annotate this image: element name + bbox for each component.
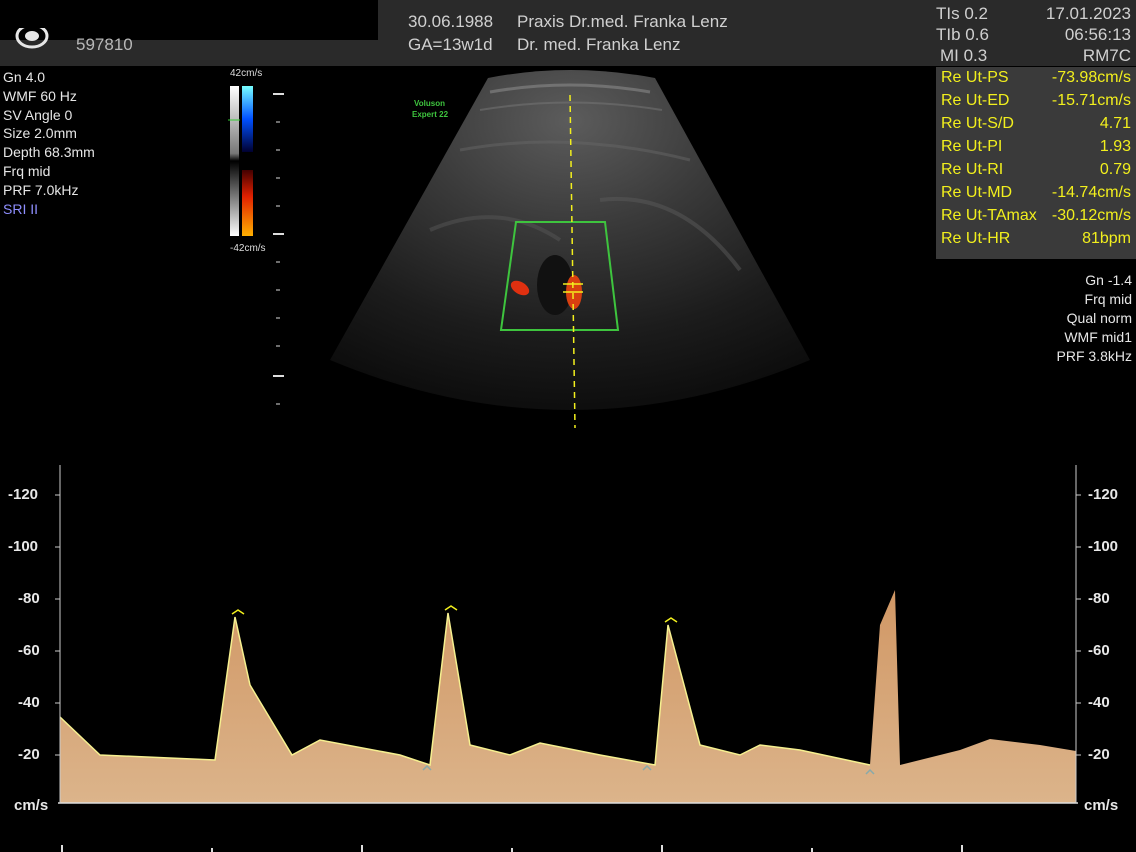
measurement-value: -14.74cm/s [1051, 184, 1131, 201]
axis-unit-left: cm/s [14, 797, 49, 814]
param-pw-wmf: WMF mid1 [1064, 329, 1132, 345]
model-label: Expert 22 [412, 110, 449, 119]
measurement-row: Re Ut-MD -14.74cm/s [941, 184, 1131, 202]
right-params: Gn -1.4 Frq mid Qual norm WMF mid1 PRF 3… [1057, 271, 1132, 366]
time-ticks [61, 845, 963, 852]
measurement-value: -73.98cm/s [1051, 69, 1131, 86]
spectral-doppler [55, 465, 1081, 852]
axis-tick-left: -60 [18, 642, 40, 659]
measurement-row: Re Ut-PI 1.93 [941, 138, 1131, 156]
measurement-value: 0.79 [1099, 161, 1131, 178]
measurement-label: Re Ut-MD [941, 184, 1013, 201]
axis-tick-right: -20 [1088, 746, 1110, 763]
axis-tick-right: -60 [1088, 642, 1110, 659]
velocity-axis-right [1075, 465, 1081, 803]
axis-unit-right: cm/s [1084, 797, 1119, 814]
measurement-value: -15.71cm/s [1051, 92, 1131, 109]
param-pw-frq: Frq mid [1084, 291, 1132, 307]
measurement-row: Re Ut-RI 0.79 [941, 161, 1131, 179]
axis-tick-right: -40 [1088, 694, 1110, 711]
axis-tick-left: -100 [8, 538, 39, 555]
param-pw-qual: Qual norm [1066, 310, 1132, 326]
measurement-label: Re Ut-HR [941, 230, 1011, 247]
measurement-label: Re Ut-PI [941, 138, 1003, 155]
measurement-label: Re Ut-ED [941, 92, 1010, 109]
measurement-value: -30.12cm/s [1051, 207, 1131, 224]
measurement-row: Re Ut-PS -73.98cm/s [941, 69, 1131, 87]
axis-tick-left: -40 [18, 694, 40, 711]
spectral-fill [60, 590, 1076, 803]
brand-label: Voluson [414, 99, 445, 108]
depth-scale [273, 93, 284, 405]
axis-tick-right: -100 [1088, 538, 1119, 555]
param-pw-prf: PRF 3.8kHz [1056, 348, 1132, 364]
measurement-label: Re Ut-TAmax [941, 207, 1037, 224]
axis-tick-left: -20 [18, 746, 40, 763]
measurement-label: Re Ut-PS [941, 69, 1009, 86]
measurement-label: Re Ut-S/D [941, 115, 1014, 132]
measurement-row: Re Ut-TAmax -30.12cm/s [941, 207, 1131, 225]
measurement-value: 81bpm [1082, 230, 1131, 247]
measurement-value: 4.71 [1099, 115, 1131, 132]
measurement-panel: Re Ut-PS -73.98cm/s Re Ut-ED -15.71cm/s Re… [936, 67, 1136, 259]
measurement-label: Re Ut-RI [941, 161, 1004, 178]
axis-tick-right: -80 [1088, 590, 1110, 607]
measurement-value: 1.93 [1099, 138, 1131, 155]
axis-tick-left: -80 [18, 590, 40, 607]
axis-tick-left: -120 [8, 486, 39, 503]
param-pw-gain: Gn -1.4 [1085, 272, 1132, 288]
measurement-row: Re Ut-HR 81bpm [941, 230, 1131, 248]
measurement-row: Re Ut-ED -15.71cm/s [941, 92, 1131, 110]
measurement-row: Re Ut-S/D 4.71 [941, 115, 1131, 133]
velocity-axis-left [55, 465, 61, 803]
axis-tick-right: -120 [1088, 486, 1119, 503]
